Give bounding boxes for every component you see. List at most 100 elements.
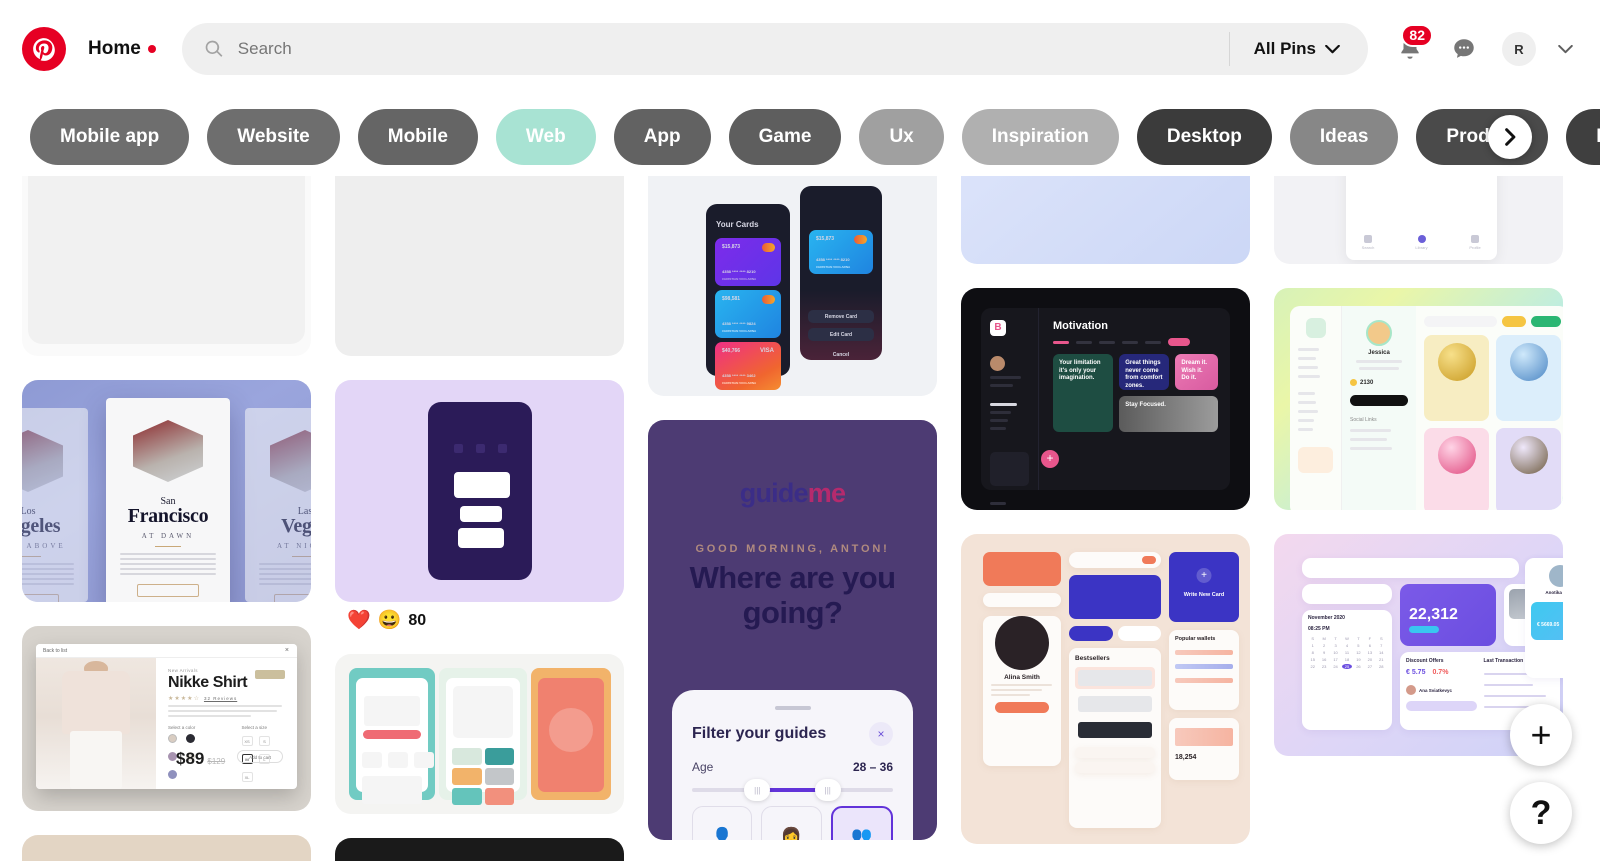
chevron-down-icon	[1325, 44, 1340, 53]
pin-image-your-cards: Your Cards $15,873 4358 **** **** 8210 C…	[648, 176, 937, 396]
add-to-cart-button[interactable]: Add to cart	[237, 750, 283, 763]
pin-card[interactable]: Alina Smith Bestsellers + Write New Card…	[961, 534, 1250, 844]
notifications-badge: 82	[1401, 24, 1433, 48]
pin-image-travel-cards: Los Angeles FROM ABOVE San Francisco AT …	[22, 380, 311, 602]
filter-pill-website[interactable]: Website	[207, 109, 340, 165]
help-button[interactable]: ?	[1510, 782, 1572, 844]
age-range-slider[interactable]: ||| |||	[692, 779, 893, 801]
wallet-screen-title: Your Cards	[716, 220, 759, 229]
pin-card[interactable]: ❤️ 😀 80	[335, 380, 624, 630]
pin-card[interactable]: Back to list × New Arrivals Nikke Shirt …	[22, 626, 311, 811]
filter-pill-desktop[interactable]: Desktop	[1136, 109, 1272, 165]
color-swatch[interactable]	[168, 734, 178, 743]
pin-card[interactable]	[22, 835, 311, 861]
filter-pill-mobile-app[interactable]: Mobile app	[30, 109, 190, 165]
size-option[interactable]: XL	[241, 772, 253, 782]
pin-image-order-next: NEXT	[335, 176, 624, 356]
home-unread-dot	[147, 45, 156, 53]
close-icon[interactable]: ×	[869, 722, 893, 746]
finance-profile-name: Anotika Bhatt	[1545, 590, 1563, 595]
avatar[interactable]: R	[1502, 32, 1536, 66]
dashboard-heading: Motivation	[1053, 320, 1108, 332]
filter-pill-inspiration[interactable]: Inspiration	[961, 109, 1119, 165]
pin-image-motivation-dashboard: B Motivation Your limitation it's only y…	[961, 288, 1250, 510]
hire-me-button[interactable]	[995, 702, 1049, 713]
pinterest-logo[interactable]	[22, 27, 66, 71]
slider-handle-min[interactable]: |||	[744, 779, 771, 801]
stat-value: 18,254	[1175, 754, 1197, 761]
pin-card[interactable]: Skin 16 songs Search Library Profile	[1274, 176, 1563, 264]
filter-pill-ideas[interactable]: Ideas	[1289, 109, 1399, 165]
filter-pill-mobile[interactable]: Mobile	[357, 109, 478, 165]
pinterest-logo-icon	[33, 38, 55, 61]
remove-card-button[interactable]: Remove Card	[808, 314, 874, 320]
motivation-card[interactable]: Dream it. Wish it. Do it.	[1175, 354, 1218, 390]
pin-feed: Tillamook Cheddar Fried Egg Pepper Jack …	[0, 176, 1600, 861]
travel-city-big: Francisco	[127, 505, 209, 527]
guideme-logo: guideme	[739, 478, 846, 508]
pin-card[interactable]: 10.15 +	[961, 176, 1250, 264]
feed-column: Skin 16 songs Search Library Profile	[1274, 176, 1563, 756]
pin-card[interactable]	[335, 838, 624, 861]
gender-option-female[interactable]: 👩	[761, 806, 822, 840]
size-option[interactable]: XS	[241, 736, 253, 746]
pin-card[interactable]: Tillamook Cheddar Fried Egg Pepper Jack …	[22, 176, 311, 356]
pin-card[interactable]: Your Cards $15,873 4358 **** **** 8210 C…	[648, 176, 937, 396]
color-swatch[interactable]	[185, 734, 195, 743]
motivation-card[interactable]: Your limitation it's only your imaginati…	[1053, 354, 1114, 432]
pin-card[interactable]: NEXT	[335, 176, 624, 356]
chevron-right-icon	[1505, 128, 1516, 146]
filter-pill-app[interactable]: App	[613, 109, 711, 165]
pin-card[interactable]: guideme GOOD MORNING, ANTON! Where are y…	[648, 420, 937, 840]
reaction-excited-emoji: 😀	[377, 610, 402, 631]
pin-image-nikke-shirt: Back to list × New Arrivals Nikke Shirt …	[22, 626, 311, 811]
pin-card[interactable]: Jessica 2130 Social Links	[1274, 288, 1563, 510]
filter-sheet-title: Filter your guides	[692, 725, 827, 742]
filter-pill-game[interactable]: Game	[728, 109, 842, 165]
chevron-down-icon	[1557, 44, 1573, 53]
travel-subtitle: AT NIGHT	[277, 542, 311, 550]
motivation-card[interactable]: Great things never come from comfort zon…	[1119, 354, 1170, 390]
pin-image-ui-kit: Alina Smith Bestsellers + Write New Card…	[961, 534, 1250, 844]
edit-card-button[interactable]: Edit Card	[808, 332, 874, 338]
home-nav-link[interactable]: Home	[88, 38, 156, 60]
pin-card[interactable]: Los Angeles FROM ABOVE San Francisco AT …	[22, 380, 311, 602]
reviews-link[interactable]: 32 Reviews	[204, 696, 237, 701]
wallets-title: Popular wallets	[1175, 636, 1216, 642]
floating-action-buttons: + ?	[1510, 704, 1572, 844]
filter-pill-ux[interactable]: Ux	[859, 109, 944, 165]
card-balance: € 5669.05	[1537, 622, 1560, 628]
filter-pill-profile[interactable]: Profile	[1566, 109, 1600, 165]
question-mark-icon: ?	[1530, 794, 1552, 832]
filter-pill-web[interactable]: Web	[495, 109, 596, 165]
account-menu-button[interactable]	[1548, 32, 1582, 66]
avatar-initial: R	[1514, 41, 1524, 57]
pin-reactions: ❤️ 😀 80	[335, 602, 624, 630]
add-button[interactable]: +	[1041, 450, 1059, 468]
sheet-grab-handle[interactable]	[774, 706, 811, 710]
messages-button[interactable]	[1440, 25, 1488, 73]
pin-card[interactable]: B Motivation Your limitation it's only y…	[961, 288, 1250, 510]
back-to-list-link[interactable]: Back to list	[43, 648, 67, 654]
scroll-filters-next-button[interactable]	[1488, 115, 1532, 159]
cancel-button[interactable]: Cancel	[800, 352, 882, 358]
close-icon[interactable]: ×	[285, 647, 289, 654]
pin-card[interactable]	[335, 654, 624, 814]
slider-handle-max[interactable]: |||	[814, 779, 841, 801]
notifications-button[interactable]: 82	[1386, 24, 1434, 73]
travel-subtitle: FROM ABOVE	[22, 542, 66, 550]
profile-name: Alina Smith	[1004, 674, 1040, 681]
gender-option-male[interactable]: 👤	[692, 806, 753, 840]
color-swatch[interactable]	[168, 770, 178, 779]
search-input[interactable]	[223, 39, 1229, 59]
gender-option-both[interactable]: 👥	[830, 806, 893, 840]
write-new-card-button[interactable]: Write New Card	[1169, 592, 1239, 598]
search-scope-dropdown[interactable]: All Pins	[1230, 39, 1364, 59]
search-bar[interactable]: All Pins	[181, 23, 1368, 75]
size-option[interactable]: S	[258, 736, 270, 746]
pin-image-guideme: guideme GOOD MORNING, ANTON! Where are y…	[648, 420, 937, 840]
motivation-card[interactable]: Stay Focused.	[1119, 396, 1218, 432]
create-button[interactable]: +	[1510, 704, 1572, 766]
pin-image-burger-form: Tillamook Cheddar Fried Egg Pepper Jack …	[22, 176, 311, 356]
plus-icon: +	[1530, 714, 1552, 755]
